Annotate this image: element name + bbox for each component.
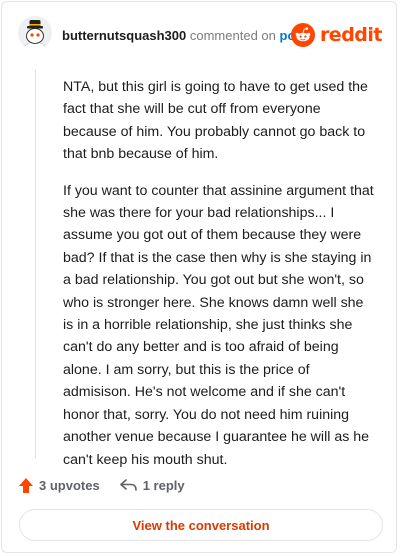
- view-conversation-button[interactable]: View the conversation: [19, 509, 383, 541]
- comment-body: NTA, but this girl is going to have to g…: [63, 76, 375, 485]
- username-link[interactable]: butternutsquash300: [62, 28, 186, 43]
- reply-arrow-icon: [119, 479, 137, 491]
- commented-on-text: commented on: [189, 28, 276, 43]
- reddit-wordmark: reddit: [319, 24, 383, 46]
- thread-line[interactable]: [35, 70, 36, 458]
- comment-paragraph: If you want to counter that assinine arg…: [63, 182, 374, 468]
- reply-button[interactable]: 1 reply: [119, 477, 185, 493]
- reply-count: 1 reply: [142, 477, 185, 493]
- reddit-logo-icon: [290, 23, 315, 47]
- comment-paragraph: NTA, but this girl is going to have to g…: [63, 79, 368, 163]
- comment-actions: 3 upvotes 1 reply: [18, 475, 185, 495]
- upvote-count: 3 upvotes: [39, 477, 100, 493]
- avatar[interactable]: [18, 16, 52, 50]
- upvote-button[interactable]: 3 upvotes: [18, 477, 100, 494]
- reddit-logo[interactable]: reddit: [290, 22, 383, 48]
- comment-card: butternutsquash300 commented on post red…: [1, 1, 397, 553]
- comment-header: butternutsquash300 commented on post red…: [18, 16, 383, 54]
- upvote-arrow-icon: [19, 477, 33, 493]
- comment-meta: butternutsquash300 commented on post: [62, 28, 307, 44]
